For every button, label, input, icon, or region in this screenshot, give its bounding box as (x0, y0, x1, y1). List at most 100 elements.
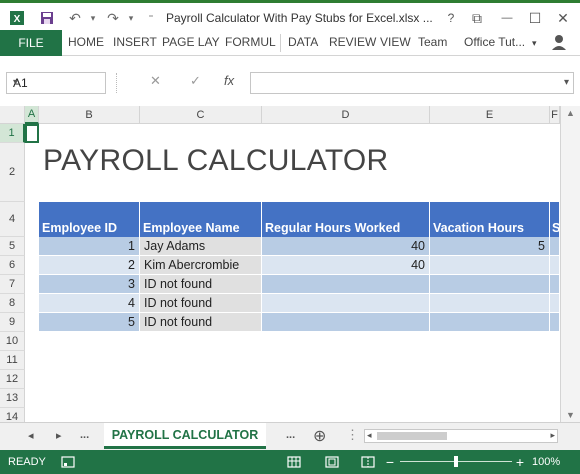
table-cell-regular-hours[interactable]: 40 (262, 256, 430, 275)
formula-input[interactable]: ▾ (250, 72, 574, 94)
zoom-slider-knob[interactable] (454, 456, 458, 467)
column-header-d[interactable]: D (262, 106, 430, 124)
table-cell-regular-hours[interactable] (262, 275, 430, 294)
tab-split-handle[interactable]: ⋮ (346, 427, 359, 443)
chevron-down-icon[interactable]: ▾ (13, 77, 101, 88)
table-cell-vacation-hours[interactable] (430, 313, 550, 332)
table-cell[interactable] (550, 256, 560, 275)
redo-icon[interactable]: ↷ (104, 9, 122, 27)
restore-button[interactable]: ☐ (524, 8, 546, 28)
table-cell[interactable] (550, 237, 560, 256)
row-header-12[interactable]: 12 (0, 370, 25, 389)
formula-bar-grip[interactable] (116, 73, 118, 93)
table-cell-id[interactable]: 3 (39, 275, 140, 294)
row-header-6[interactable]: 6 (0, 256, 25, 275)
zoom-out-button[interactable]: − (382, 454, 398, 470)
table-cell-name[interactable]: Kim Abercrombie (140, 256, 262, 275)
table-cell-vacation-hours[interactable]: 5 (430, 237, 550, 256)
worksheet-grid[interactable]: A B C D E F 1 2 4 5 6 7 8 9 10 11 12 13 … (0, 106, 580, 422)
scroll-down-icon[interactable]: ▼ (566, 410, 575, 420)
more-sheets-left-button[interactable]: ... (80, 429, 89, 441)
table-cell-id[interactable]: 5 (39, 313, 140, 332)
macro-record-icon[interactable] (60, 454, 76, 470)
horizontal-scrollbar[interactable]: ◂ ▸ (364, 429, 558, 443)
tab-data[interactable]: DATA (288, 35, 318, 49)
normal-view-icon[interactable] (286, 454, 302, 470)
page-break-preview-icon[interactable] (360, 454, 376, 470)
next-sheet-button[interactable]: ▸ (56, 429, 62, 442)
tab-view[interactable]: VIEW (380, 35, 411, 49)
horizontal-scroll-thumb[interactable] (377, 432, 447, 440)
header-employee-name[interactable]: Employee Name (140, 202, 262, 237)
column-header-f[interactable]: F (550, 106, 560, 124)
account-name[interactable]: Office Tut... (464, 35, 525, 49)
scroll-up-icon[interactable]: ▲ (566, 108, 575, 118)
account-dropdown-icon[interactable]: ▾ (532, 38, 537, 49)
table-cell-id[interactable]: 4 (39, 294, 140, 313)
save-icon[interactable] (38, 9, 56, 27)
zoom-in-button[interactable]: + (512, 454, 528, 470)
header-vacation-hours[interactable]: Vacation Hours (430, 202, 550, 237)
row-header-2[interactable]: 2 (0, 143, 25, 202)
table-cell[interactable] (550, 294, 560, 313)
row-header-8[interactable]: 8 (0, 294, 25, 313)
table-cell-id[interactable]: 2 (39, 256, 140, 275)
user-avatar-icon[interactable] (548, 33, 570, 51)
vertical-scrollbar[interactable]: ▲ ▼ (560, 106, 580, 422)
table-cell-name[interactable]: Jay Adams (140, 237, 262, 256)
scroll-left-icon[interactable]: ◂ (367, 430, 372, 441)
table-cell-name[interactable]: ID not found (140, 275, 262, 294)
name-box[interactable]: A1 ▾ (6, 72, 106, 94)
sheet-tab-payroll-calculator[interactable]: PAYROLL CALCULATOR (104, 423, 266, 449)
table-cell-vacation-hours[interactable] (430, 256, 550, 275)
minimize-button[interactable]: — (496, 8, 518, 28)
undo-dropdown-icon[interactable]: ▾ (84, 9, 102, 27)
scroll-right-icon[interactable]: ▸ (550, 430, 555, 441)
table-cell-regular-hours[interactable] (262, 313, 430, 332)
select-all-corner[interactable] (0, 106, 25, 124)
tab-page-layout[interactable]: PAGE LAY (162, 35, 220, 49)
table-cell-id[interactable]: 1 (39, 237, 140, 256)
redo-dropdown-icon[interactable]: ▾ (122, 9, 140, 27)
column-header-a[interactable]: A (25, 106, 39, 124)
ribbon-display-options-button[interactable]: ⧉ (466, 8, 488, 28)
row-header-7[interactable]: 7 (0, 275, 25, 294)
table-cell[interactable] (550, 275, 560, 294)
tab-formulas[interactable]: FORMUL (225, 35, 276, 49)
row-header-1[interactable]: 1 (0, 124, 25, 143)
undo-icon[interactable]: ↶ (66, 9, 84, 27)
previous-sheet-button[interactable]: ◂ (28, 429, 34, 442)
column-header-e[interactable]: E (430, 106, 550, 124)
table-cell[interactable] (550, 313, 560, 332)
tab-review[interactable]: REVIEW (329, 35, 376, 49)
customize-toolbar-icon[interactable]: ⁼ (142, 9, 160, 27)
header-next-column[interactable]: S (550, 202, 560, 237)
expand-formula-bar-icon[interactable]: ▾ (564, 77, 569, 88)
active-cell-a1[interactable] (25, 124, 39, 143)
table-cell-regular-hours[interactable] (262, 294, 430, 313)
row-header-9[interactable]: 9 (0, 313, 25, 332)
column-header-c[interactable]: C (140, 106, 262, 124)
column-header-b[interactable]: B (39, 106, 140, 124)
help-button[interactable]: ? (440, 8, 462, 28)
row-header-14[interactable]: 14 (0, 408, 25, 422)
page-layout-view-icon[interactable] (324, 454, 340, 470)
row-header-13[interactable]: 13 (0, 389, 25, 408)
row-header-5[interactable]: 5 (0, 237, 25, 256)
table-cell-name[interactable]: ID not found (140, 313, 262, 332)
header-employee-id[interactable]: Employee ID (39, 202, 140, 237)
tab-file[interactable]: FILE (0, 30, 62, 56)
cancel-entry-button[interactable]: ✕ (150, 73, 161, 89)
table-cell-regular-hours[interactable]: 40 (262, 237, 430, 256)
tab-home[interactable]: HOME (68, 35, 104, 49)
table-cell-vacation-hours[interactable] (430, 294, 550, 313)
more-sheets-right-button[interactable]: ... (286, 429, 295, 441)
row-header-10[interactable]: 10 (0, 332, 25, 351)
add-sheet-button[interactable]: ⊕ (313, 426, 326, 446)
row-header-4[interactable]: 4 (0, 202, 25, 237)
header-regular-hours[interactable]: Regular Hours Worked (262, 202, 430, 237)
table-cell-name[interactable]: ID not found (140, 294, 262, 313)
row-header-11[interactable]: 11 (0, 351, 25, 370)
zoom-level[interactable]: 100% (532, 456, 560, 468)
enter-entry-button[interactable]: ✓ (190, 73, 201, 89)
